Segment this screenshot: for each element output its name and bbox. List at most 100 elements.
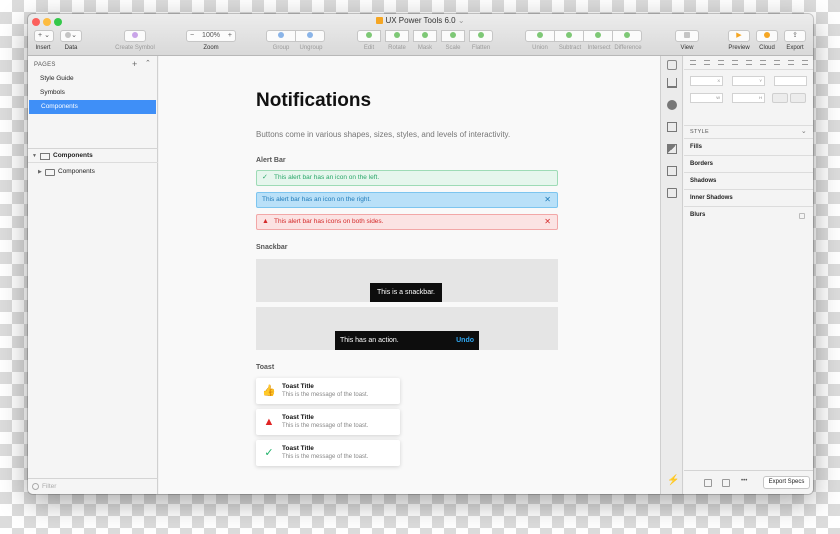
alert-text: This alert bar has an icon on the left. bbox=[274, 174, 380, 181]
edit-label: Edit bbox=[363, 45, 375, 51]
mask-button[interactable] bbox=[413, 30, 437, 42]
layer-artboard-components[interactable]: ▼ Components bbox=[28, 149, 158, 163]
shadows-row[interactable]: Shadows bbox=[684, 173, 813, 190]
zoom-out-button[interactable]: − bbox=[190, 31, 194, 41]
toast-warning[interactable]: ▲ Toast Title This is the message of the… bbox=[256, 409, 400, 435]
artboard-icon bbox=[40, 153, 50, 160]
export-specs-button[interactable]: Export Specs bbox=[763, 476, 810, 489]
blurs-row[interactable]: Blurs bbox=[684, 207, 813, 224]
ungroup-button[interactable] bbox=[295, 30, 325, 42]
create-symbol-button[interactable] bbox=[124, 30, 146, 42]
flip-vertical-button[interactable] bbox=[790, 93, 806, 103]
add-page-button[interactable]: + bbox=[132, 59, 137, 69]
inner-shadows-row[interactable]: Inner Shadows bbox=[684, 190, 813, 207]
view-button[interactable] bbox=[675, 30, 699, 42]
canvas[interactable]: Notifications Buttons come in various sh… bbox=[159, 56, 660, 494]
undo-action-button[interactable]: Undo bbox=[456, 331, 474, 350]
edit-button[interactable] bbox=[357, 30, 381, 42]
upload-icon[interactable] bbox=[667, 78, 677, 88]
layout-icon[interactable] bbox=[667, 144, 677, 154]
toast-message: This is the message of the toast. bbox=[282, 423, 369, 429]
inspector-panel: X Y W H STYLE ⌄ Fills Borders Shadows In… bbox=[684, 56, 813, 494]
y-field[interactable]: Y bbox=[732, 76, 765, 86]
zoom-control[interactable]: − 100% + bbox=[186, 30, 236, 42]
distribute-h-icon[interactable] bbox=[732, 60, 738, 65]
width-field[interactable]: W bbox=[690, 93, 723, 103]
blur-toggle[interactable] bbox=[799, 213, 805, 219]
share-group: ▶ ⇪ Preview Cloud Export bbox=[725, 30, 813, 56]
page-item-style-guide[interactable]: Style Guide bbox=[28, 72, 157, 86]
subtract-button[interactable] bbox=[554, 30, 584, 42]
rotation-field[interactable] bbox=[774, 76, 807, 86]
ungroup-label: Ungroup bbox=[299, 45, 323, 51]
slice-icon[interactable] bbox=[704, 479, 712, 487]
alert-bar-right-icon[interactable]: This alert bar has an icon on the right.… bbox=[256, 192, 558, 208]
preview-button[interactable]: ▶ bbox=[728, 30, 750, 42]
align-top-icon[interactable] bbox=[746, 60, 752, 65]
minimize-window-button[interactable] bbox=[43, 18, 51, 26]
close-window-button[interactable] bbox=[32, 18, 40, 26]
layer-filter-input[interactable]: Filter bbox=[28, 478, 158, 494]
alert-bar-both-icons[interactable]: ▲ This alert bar has icons on both sides… bbox=[256, 214, 558, 230]
text-block-icon[interactable] bbox=[667, 122, 677, 132]
tidy-icon[interactable] bbox=[802, 60, 808, 65]
data-button[interactable]: ⌄ bbox=[60, 30, 82, 42]
layer-group-components[interactable]: ▶ Components bbox=[28, 165, 158, 179]
insert-button[interactable]: + ⌄ bbox=[34, 30, 54, 42]
pages-header: PAGES bbox=[34, 62, 56, 68]
exclude-icon[interactable] bbox=[722, 479, 730, 487]
borders-row[interactable]: Borders bbox=[684, 156, 813, 173]
more-icon[interactable]: ••• bbox=[741, 478, 747, 484]
alignment-toolbar bbox=[684, 56, 813, 70]
difference-button[interactable] bbox=[612, 30, 642, 42]
align-bottom-icon[interactable] bbox=[774, 60, 780, 65]
align-right-icon[interactable] bbox=[718, 60, 724, 65]
view-label: View bbox=[680, 45, 694, 51]
cloud-button[interactable] bbox=[756, 30, 778, 42]
resize-icon[interactable] bbox=[667, 166, 677, 176]
align-middle-icon[interactable] bbox=[760, 60, 766, 65]
lightning-icon[interactable]: ⚡ bbox=[667, 476, 679, 486]
hexagon-icon[interactable] bbox=[667, 100, 677, 110]
style-section-header[interactable]: STYLE ⌄ bbox=[684, 125, 813, 139]
union-button[interactable] bbox=[525, 30, 555, 42]
close-icon[interactable]: ✕ bbox=[544, 193, 551, 207]
toast-success[interactable]: ✓ Toast Title This is the message of the… bbox=[256, 440, 400, 466]
zoom-window-button[interactable] bbox=[54, 18, 62, 26]
distribute-v-icon[interactable] bbox=[788, 60, 794, 65]
toolbar: UX Power Tools 6.0 ⌄ + ⌄ ⌄ Insert Data C… bbox=[28, 14, 813, 56]
group-button[interactable] bbox=[266, 30, 296, 42]
union-label: Union bbox=[532, 45, 548, 51]
view-icon bbox=[684, 32, 690, 39]
x-field[interactable]: X bbox=[690, 76, 723, 86]
plugin-c-icon[interactable] bbox=[667, 60, 677, 70]
fills-row[interactable]: Fills bbox=[684, 139, 813, 156]
close-icon[interactable]: ✕ bbox=[544, 215, 551, 229]
subtract-icon bbox=[566, 32, 572, 39]
toast-info[interactable]: 👍 Toast Title This is the message of the… bbox=[256, 378, 400, 404]
collapse-pages-button[interactable]: ⌃ bbox=[145, 59, 151, 67]
disclosure-closed-icon[interactable]: ▶ bbox=[38, 165, 42, 179]
page-item-symbols[interactable]: Symbols bbox=[28, 86, 157, 100]
scale-button[interactable] bbox=[441, 30, 465, 42]
align-center-icon[interactable] bbox=[704, 60, 710, 65]
cloud-icon bbox=[764, 32, 770, 39]
alert-bar-left-icon[interactable]: ✓ This alert bar has an icon on the left… bbox=[256, 170, 558, 186]
zoom-in-button[interactable]: + bbox=[228, 31, 232, 41]
flatten-button[interactable] bbox=[469, 30, 493, 42]
chevron-down-icon[interactable]: ⌄ bbox=[801, 126, 807, 138]
height-field[interactable]: H bbox=[732, 93, 765, 103]
boolean-ops-group: Union Subtract Intersect Difference bbox=[525, 30, 647, 56]
page-item-components[interactable]: Components bbox=[29, 100, 156, 114]
intersect-button[interactable] bbox=[583, 30, 613, 42]
image-add-icon[interactable] bbox=[667, 188, 677, 198]
flip-horizontal-button[interactable] bbox=[772, 93, 788, 103]
export-button[interactable]: ⇪ bbox=[784, 30, 806, 42]
toast-heading: Toast bbox=[256, 364, 275, 371]
snackbar[interactable]: This is a snackbar. bbox=[370, 283, 442, 302]
toast-title: Toast Title bbox=[282, 383, 314, 390]
rotate-button[interactable] bbox=[385, 30, 409, 42]
snackbar-with-action[interactable]: This has an action. Undo bbox=[335, 331, 479, 350]
align-left-icon[interactable] bbox=[690, 60, 696, 65]
disclosure-open-icon[interactable]: ▼ bbox=[32, 149, 37, 163]
